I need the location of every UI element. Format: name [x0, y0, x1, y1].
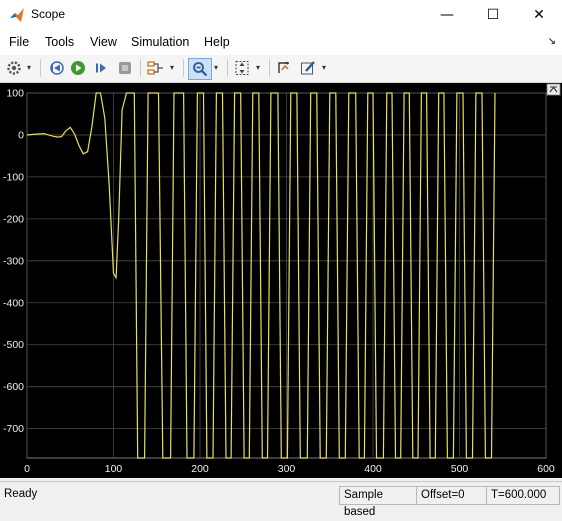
toolbar-separator — [40, 59, 41, 77]
maximize-button[interactable]: ☐ — [470, 0, 516, 30]
y-tick-label: -200 — [3, 213, 24, 225]
toolbar: ▾ ▾ ▾ ▾ ▾ — [0, 55, 562, 83]
step-back-icon — [50, 61, 64, 75]
minimize-button[interactable]: — — [424, 0, 470, 30]
x-tick-label: 300 — [278, 463, 296, 475]
menu-simulation[interactable]: Simulation — [131, 35, 189, 49]
toolbar-separator — [269, 59, 270, 77]
stop-button[interactable] — [116, 58, 134, 78]
y-tick-label: -100 — [3, 171, 24, 183]
close-button[interactable]: ✕ — [516, 0, 562, 30]
signal-selector-icon — [147, 61, 163, 75]
toolbar-separator — [183, 59, 184, 77]
menu-bar: File Tools View Simulation Help ↘ — [0, 30, 562, 55]
scale-axes-button[interactable] — [233, 58, 251, 78]
signal-selector-button[interactable] — [146, 58, 166, 78]
scale-axes-dropdown-icon[interactable]: ▾ — [256, 63, 260, 72]
time-field: T=600.000 — [486, 486, 560, 505]
cursor-measure-button[interactable] — [275, 58, 293, 78]
expand-button[interactable] — [546, 83, 561, 96]
menu-view[interactable]: View — [90, 35, 117, 49]
y-tick-label: -700 — [3, 423, 24, 435]
status-bar: Ready Sample based Offset=0 T=600.000 — [0, 481, 562, 518]
minimize-icon: — — [440, 7, 454, 23]
settings-icon — [7, 61, 21, 75]
highlight-dropdown-icon[interactable]: ▾ — [322, 63, 326, 72]
window-title: Scope — [31, 7, 66, 21]
step-forward-button[interactable] — [92, 58, 110, 78]
toolbar-separator — [227, 59, 228, 77]
y-tick-label: 100 — [6, 88, 24, 100]
x-axis-ticks: 0 100 200 300 400 500 600 — [24, 463, 555, 475]
highlight-icon — [301, 61, 315, 75]
stop-icon — [119, 62, 131, 74]
x-tick-label: 500 — [451, 463, 469, 475]
status-ready: Ready — [4, 488, 38, 500]
x-tick-label: 100 — [105, 463, 123, 475]
zoom-button[interactable] — [188, 58, 212, 80]
y-tick-label: -400 — [3, 297, 24, 309]
step-forward-icon — [96, 63, 106, 73]
x-tick-label: 0 — [24, 463, 30, 475]
menu-help[interactable]: Help — [204, 35, 230, 49]
settings-dropdown-icon[interactable]: ▾ — [27, 63, 31, 72]
x-tick-label: 400 — [364, 463, 382, 475]
x-tick-label: 200 — [191, 463, 209, 475]
scope-plot[interactable]: 100 0 -100 -200 -300 -400 -500 -600 -700 0 100 200… — [0, 83, 562, 478]
matlab-icon — [10, 8, 24, 22]
zoom-dropdown-icon[interactable]: ▾ — [214, 63, 218, 72]
y-tick-label: -500 — [3, 339, 24, 351]
menu-file[interactable]: File — [9, 35, 29, 49]
y-axis-ticks: 100 0 -100 -200 -300 -400 -500 -600 -700 — [3, 88, 24, 436]
cursor-measure-icon — [278, 62, 289, 73]
undock-arrow-icon[interactable]: ↘ — [548, 36, 556, 47]
close-icon: ✕ — [533, 7, 545, 23]
toolbar-separator — [140, 59, 141, 77]
title-bar: Scope — ☐ ✕ — [0, 0, 562, 30]
y-tick-label: -600 — [3, 381, 24, 393]
highlight-button[interactable] — [299, 58, 317, 78]
scope-display: 100 0 -100 -200 -300 -400 -500 -600 -700 0 100 200… — [0, 83, 562, 478]
y-tick-label: -300 — [3, 255, 24, 267]
run-icon — [71, 61, 85, 75]
y-tick-label: 0 — [18, 129, 24, 141]
menu-tools[interactable]: Tools — [45, 35, 74, 49]
maximize-icon: ☐ — [486, 7, 500, 23]
sample-mode-field: Sample based — [339, 486, 418, 518]
run-button[interactable] — [69, 58, 87, 78]
signal-selector-dropdown-icon[interactable]: ▾ — [170, 63, 174, 72]
step-back-button[interactable] — [47, 58, 65, 78]
offset-field: Offset=0 — [416, 486, 487, 505]
settings-button[interactable] — [5, 58, 23, 78]
scale-axes-icon — [235, 61, 249, 75]
x-tick-label: 600 — [537, 463, 555, 475]
zoom-icon — [193, 62, 208, 77]
